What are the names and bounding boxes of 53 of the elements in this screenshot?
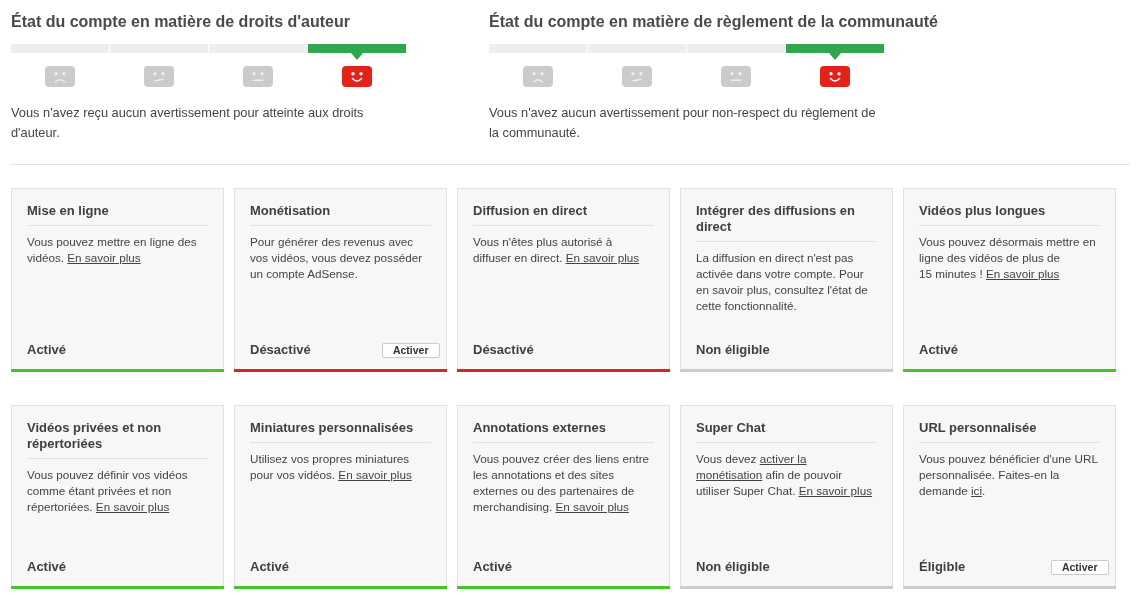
- status-label: Désactivé: [250, 342, 311, 358]
- unsure-face-icon: [622, 66, 652, 87]
- card-title: URL personnalisée: [919, 420, 1100, 443]
- sad-face-icon: [45, 66, 75, 87]
- status-label: Désactivé: [473, 342, 534, 358]
- card-title: Annotations externes: [473, 420, 654, 443]
- section-title: État du compte en matière de règlement de la communauté: [489, 12, 938, 32]
- card-description: Vous n'êtes plus autorisé à diffuser en direct. En savoir plus: [473, 234, 641, 266]
- card-description: Pour générer des revenus avec vos vidéos, vous devez posséder un compte AdSense.: [250, 234, 424, 282]
- section-title: État du compte en matière de droits d'auteur: [11, 12, 350, 32]
- happy-face-icon: [342, 66, 372, 87]
- card-title: Vidéos plus longues: [919, 203, 1100, 226]
- happy-face-icon: [820, 66, 850, 87]
- card-title: Super Chat: [696, 420, 877, 443]
- card-description: Utilisez vos propres miniatures pour vos vidéos. En savoir plus: [250, 451, 413, 483]
- status-label: Non éligible: [696, 342, 770, 358]
- text-link[interactable]: En savoir plus: [985, 267, 1060, 280]
- standing-description: Vous n'avez reçu aucun avertissement pour atteinte aux droits d'auteur.: [11, 104, 365, 142]
- text-link[interactable]: En savoir plus: [338, 468, 412, 481]
- status-label: Éligible: [919, 559, 966, 575]
- activate-button[interactable]: Activer: [381, 342, 440, 358]
- text-link[interactable]: En savoir plus: [798, 484, 873, 497]
- status-label: Non éligible: [696, 559, 770, 575]
- status-label: Activé: [27, 559, 67, 575]
- card-description: Vous pouvez désormais mettre en ligne des vidéos de plus de 15 minutes ! En savoir plus: [919, 234, 1097, 282]
- card-title: Diffusion en direct: [473, 203, 654, 226]
- sad-face-icon: [523, 66, 553, 87]
- card-title: Intégrer des diffusions en direct: [696, 203, 877, 242]
- text-link[interactable]: activer la: [759, 452, 807, 465]
- status-label: Activé: [919, 342, 959, 358]
- standing-description: Vous n'avez aucun avertissement pour non-respect du règlement de la communauté.: [489, 104, 877, 142]
- card-description: Vous pouvez bénéficier d'une URL personnalisée. Faites-en la demande ici.: [919, 451, 1099, 499]
- text-link[interactable]: En savoir plus: [67, 251, 141, 264]
- status-label: Activé: [250, 559, 290, 575]
- neutral-face-icon: [721, 66, 751, 87]
- unsure-face-icon: [144, 66, 174, 87]
- status-label: Activé: [473, 559, 513, 575]
- card-title: Vidéos privées et non répertoriées: [27, 420, 208, 459]
- card-description: Vous devez activer la monétisation afin de pouvoir utiliser Super Chat. En savoir plus: [696, 451, 874, 499]
- text-link[interactable]: En savoir plus: [565, 251, 640, 264]
- card-title: Mise en ligne: [27, 203, 208, 226]
- card-description: Vous pouvez définir vos vidéos comme étant privées et non répertoriées. En savoir plus: [27, 467, 189, 515]
- neutral-face-icon: [243, 66, 273, 87]
- card-title: Miniatures personnalisées: [250, 420, 431, 443]
- text-link[interactable]: En savoir plus: [555, 500, 629, 513]
- activate-button[interactable]: Activer: [1050, 559, 1109, 575]
- card-description: La diffusion en direct n'est pas activée dans votre compte. Pour en savoir plus, consultez l'état de cette fonctionnalité.: [696, 250, 869, 314]
- text-link[interactable]: En savoir plus: [95, 500, 170, 513]
- status-label: Activé: [27, 342, 67, 358]
- card-title: Monétisation: [250, 203, 431, 226]
- card-description: Vous pouvez créer des liens entre les annotations et des sites externes ou des partenaires de merchandising. En savoir plus: [473, 451, 651, 515]
- card-description: Vous pouvez mettre en ligne des vidéos. En savoir plus: [27, 234, 198, 266]
- text-link[interactable]: monétisation: [696, 468, 763, 481]
